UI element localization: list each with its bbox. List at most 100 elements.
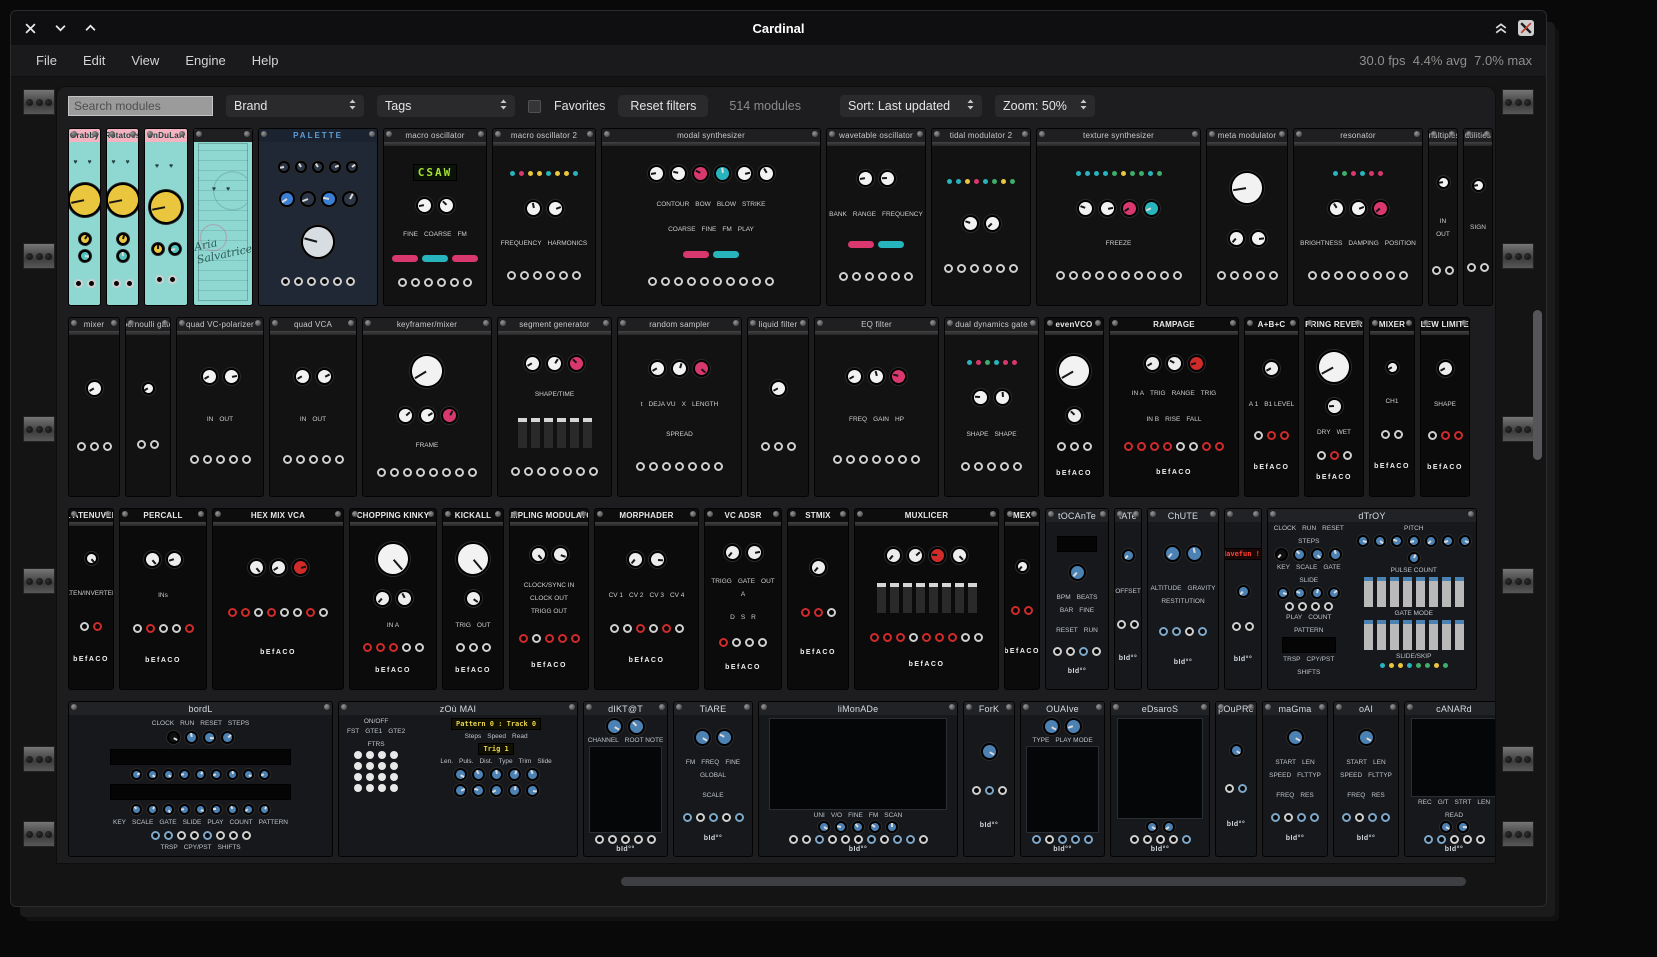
- module-card[interactable]: modal synthesizerCONTOURBOWBLOWSTRIKECOA…: [601, 128, 821, 306]
- module-card[interactable]: evenVCObEfACO: [1044, 317, 1104, 497]
- module-card[interactable]: ♥ ♥Aria Salvatrice: [193, 128, 253, 306]
- maximize-icon[interactable]: [83, 21, 97, 35]
- module-card[interactable]: MUXLICERbEfACO: [854, 508, 999, 690]
- module-card[interactable]: random samplertDEJA VUXLENGTHSPREAD: [617, 317, 742, 497]
- vertical-scrollbar[interactable]: [1533, 310, 1542, 460]
- module-card[interactable]: dIKT@TCHANNELROOT NOTEbId°°: [583, 701, 668, 857]
- panel-label: STRT: [1455, 799, 1472, 806]
- slider: [1403, 577, 1412, 607]
- search-input[interactable]: [68, 96, 213, 116]
- knob: [543, 352, 566, 375]
- tags-dropdown[interactable]: Tags: [377, 95, 515, 117]
- module-card[interactable]: DUAL ATENUVERTERATEN/INVERTERbEfACO: [68, 508, 114, 690]
- jack: [774, 442, 783, 451]
- module-card[interactable]: PERCALLINsbEfACO: [119, 508, 207, 690]
- module-panel: INOUT: [1429, 146, 1457, 305]
- jack: [722, 813, 731, 822]
- module-card[interactable]: tOCAnTeBPMBEATSBARFINERESETRUNbId°°: [1045, 508, 1109, 690]
- module-card[interactable]: texture synthesizerFREEZE: [1036, 128, 1201, 306]
- pill-button: [683, 251, 709, 258]
- module-card[interactable]: Grabby♥ ♥: [68, 128, 101, 306]
- brand-dropdown[interactable]: Brand: [226, 95, 364, 117]
- module-card[interactable]: OUAIveTYPEPLAY MODEbId°°: [1020, 701, 1105, 857]
- module-card[interactable]: EQ filterFREQGAINHP: [814, 317, 939, 497]
- menu-view[interactable]: View: [120, 49, 170, 72]
- module-card[interactable]: ChUTEALTITUDEGRAVITYRESTITUTIONbId°°: [1147, 508, 1219, 690]
- module-card[interactable]: zOù MAION/OFFFSTGTE1GTE2FTRSPattern 0 : …: [338, 701, 578, 857]
- module-card[interactable]: bordLCLOCKRUNRESETSTEPSKEYSCALEGATESLIDE…: [68, 701, 333, 857]
- module-card[interactable]: cANARdRECG/TSTRTLENREADbId°°: [1404, 701, 1496, 857]
- module-card[interactable]: PALETTE: [258, 128, 378, 306]
- module-card[interactable]: quad VC-polarizerINOUT: [176, 317, 264, 497]
- module-card[interactable]: maGmaSTARTLENSPEEDFLTTYPFREQRESbId°°: [1262, 701, 1328, 857]
- module-card[interactable]: UnDuLaR♥ ♥: [144, 128, 188, 306]
- module-panel: TRIGGGATEOUTADSRbEfACO: [705, 526, 781, 689]
- jack: [944, 264, 953, 273]
- module-card[interactable]: STMIXbEfACO: [787, 508, 849, 690]
- module-card[interactable]: oAISTARTLENSPEEDFLTTYPFREQRESbId°°: [1333, 701, 1399, 857]
- module-card[interactable]: bernoulli gate: [125, 317, 171, 497]
- module-panel: tDEJA VUXLENGTHSPREAD: [618, 335, 741, 496]
- module-card[interactable]: pOuPRebId°°: [1215, 701, 1257, 857]
- module-card[interactable]: RAMPAGEIN ATRIGRANGETRIGIN BRISEFALLbEfA…: [1109, 317, 1239, 497]
- jack: [787, 442, 796, 451]
- panel-label: SCALE: [702, 792, 723, 799]
- close-icon[interactable]: [23, 21, 37, 35]
- module-card[interactable]: SAMPLING MODULATORCLOCK/SYNC INCLOCK OUT…: [509, 508, 589, 690]
- module-card[interactable]: mixer: [68, 317, 120, 497]
- module-card[interactable]: Rotatoes♥ ♥: [106, 128, 139, 306]
- jack: [572, 271, 581, 280]
- module-card[interactable]: Havefun !!bId°°: [1224, 508, 1262, 690]
- module-card[interactable]: segment generatorSHAPE/TIME: [497, 317, 612, 497]
- module-card[interactable]: SPRING REVERBDRYWETbEfACO: [1304, 317, 1364, 497]
- module-card[interactable]: TiAREFMFREQFINEGLOBALSCALEbId°°: [673, 701, 753, 857]
- knob-row: [1275, 548, 1342, 561]
- module-card[interactable]: resonatorBRIGHTNESSDAMPINGPOSITION: [1293, 128, 1423, 306]
- module-card[interactable]: utilitiesSIGN: [1463, 128, 1493, 306]
- menu-help[interactable]: Help: [241, 49, 290, 72]
- module-card[interactable]: keyframer/mixerFRAME: [362, 317, 492, 497]
- menu-engine[interactable]: Engine: [174, 49, 236, 72]
- favorites-checkbox[interactable]: [528, 100, 541, 113]
- jack: [216, 455, 225, 464]
- screw-icon: [495, 511, 501, 517]
- module-card[interactable]: quad VCAINOUT: [269, 317, 357, 497]
- module-card[interactable]: macro oscillatorCSAWFINECOARSEFM: [383, 128, 487, 306]
- module-card[interactable]: MORPHADERCV 1CV 2CV 3CV 4bEfACO: [594, 508, 699, 690]
- module-card[interactable]: tidal modulator 2: [931, 128, 1031, 306]
- menu-edit[interactable]: Edit: [72, 49, 116, 72]
- module-card[interactable]: KICKALLTRIGOUTbEfACO: [442, 508, 504, 690]
- module-card[interactable]: meta modulator: [1206, 128, 1288, 306]
- module-card[interactable]: MIXERCH1bEfACO: [1369, 317, 1415, 497]
- module-card[interactable]: dTrOYCLOCKRUNRESETSTEPSKEYSCALEGATESLIDE…: [1267, 508, 1477, 690]
- horizontal-scrollbar[interactable]: [621, 877, 1466, 886]
- module-card[interactable]: CHOPPING KINKYIN AbEfACO: [349, 508, 437, 690]
- led-icon: [956, 179, 961, 184]
- knob: [1368, 196, 1392, 220]
- module-card[interactable]: A+B+CA 1B1 LEVELbEfACO: [1244, 317, 1299, 497]
- module-card[interactable]: SLEW LIMITERSHAPEbEfACO: [1420, 317, 1470, 497]
- module-card[interactable]: eDsaroSbId°°: [1110, 701, 1210, 857]
- collapse-up-icon[interactable]: [1494, 21, 1508, 35]
- module-card[interactable]: dual dynamics gateSHAPESHAPE: [944, 317, 1039, 497]
- module-card[interactable]: multiplesINOUT: [1428, 128, 1458, 306]
- zoom-dropdown[interactable]: Zoom: 50%: [995, 95, 1095, 117]
- sort-dropdown[interactable]: Sort: Last updated: [840, 95, 982, 117]
- jack: [254, 608, 263, 617]
- module-card[interactable]: liquid filter: [747, 317, 809, 497]
- module-card[interactable]: liMonADeUNIV/OFINEFMSCANbId°°: [758, 701, 958, 857]
- module-card[interactable]: lATeOFFSETbId°°: [1114, 508, 1142, 690]
- module-card[interactable]: MEXbEfACO: [1004, 508, 1040, 690]
- module-card[interactable]: VC ADSRTRIGGGATEOUTADSRbEfACO: [704, 508, 782, 690]
- knob-row: [149, 190, 183, 224]
- reset-filters-button[interactable]: Reset filters: [618, 95, 708, 117]
- minimize-icon[interactable]: [53, 21, 67, 35]
- module-card[interactable]: wavetable oscillatorBANKRANGEFREQUENCY: [826, 128, 926, 306]
- menu-file[interactable]: File: [25, 49, 68, 72]
- module-card[interactable]: macro oscillator 2FREQUENCYHARMONICS: [492, 128, 596, 306]
- module-card[interactable]: HEX MIX VCAbEfACO: [212, 508, 344, 690]
- knob-row: [1077, 200, 1160, 217]
- app-icon[interactable]: [1518, 20, 1534, 36]
- big-knob: [449, 535, 497, 583]
- module-card[interactable]: ForKbId°°: [963, 701, 1015, 857]
